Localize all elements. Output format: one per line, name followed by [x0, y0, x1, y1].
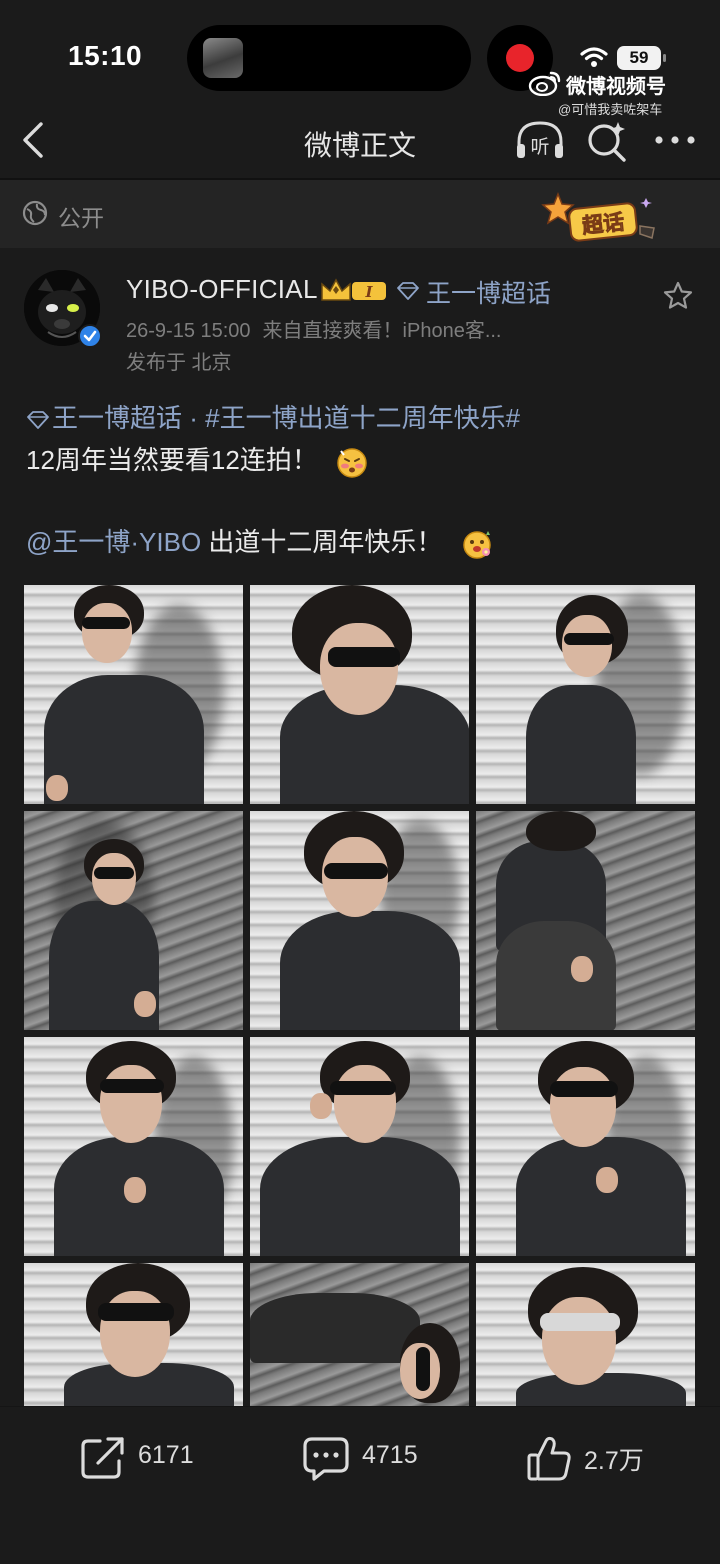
photo-2[interactable]: [250, 585, 469, 804]
weibo-logo-icon: [528, 71, 561, 96]
photo-3[interactable]: [476, 585, 695, 804]
photo-1[interactable]: [24, 585, 243, 804]
author-name[interactable]: YIBO-OFFICIAL: [126, 274, 318, 305]
visibility-label: 公开: [58, 205, 104, 231]
topic-diamond-icon: [27, 411, 49, 430]
photo-7[interactable]: [24, 1037, 243, 1256]
search-sparkle-icon[interactable]: [584, 118, 630, 164]
post-location: 发布于 北京: [126, 352, 232, 374]
action-bar: 6171 4715 2.7万: [0, 1406, 720, 1564]
post-source: 来自直接爽看！iPhone客...: [262, 320, 502, 342]
super-topic-badge-text: 超话: [581, 210, 625, 238]
comment-icon: [303, 1437, 349, 1481]
super-topic-link[interactable]: 王一博超话: [426, 274, 551, 310]
favorite-star-icon[interactable]: [662, 280, 694, 312]
record-icon: [506, 44, 534, 72]
like-count: 2.7万: [584, 1447, 644, 1475]
dynamic-island[interactable]: [187, 25, 471, 91]
like-button[interactable]: 2.7万: [526, 1431, 666, 1487]
photo-6[interactable]: [476, 811, 695, 1030]
status-bar: 15:10 59 微博视频号 @可惜我卖咗架车: [0, 0, 720, 117]
more-dots-icon[interactable]: [652, 120, 698, 160]
mention-text: 出道十二周年快乐！: [208, 527, 443, 557]
member-level: I: [364, 283, 373, 301]
mention-link[interactable]: @王一博·YIBO: [26, 527, 201, 557]
comment-count: 4715: [362, 1441, 418, 1469]
globe-icon: [22, 200, 48, 226]
photo-4[interactable]: [24, 811, 243, 1030]
super-topic-diamond-icon: [397, 282, 419, 300]
wifi-icon: [580, 47, 608, 67]
photo-11[interactable]: [250, 1263, 469, 1406]
post-date: 26-9-15 15:00: [126, 320, 251, 342]
photo-10[interactable]: [24, 1263, 243, 1406]
comment-button[interactable]: 4715: [302, 1431, 442, 1487]
repost-count: 6171: [138, 1441, 194, 1469]
hashtag-link[interactable]: #王一博出道十二周年快乐#: [205, 403, 520, 433]
verified-badge-icon: [78, 324, 102, 348]
photo-12[interactable]: [476, 1263, 695, 1406]
topic-separator: ·: [189, 403, 198, 433]
listen-headphones-icon[interactable]: 听: [514, 118, 566, 164]
post-mention-line: @王一博·YIBO 出道十二周年快乐！: [26, 522, 494, 561]
watermark-handle: @可惜我卖咗架车: [558, 102, 663, 117]
super-topic-badge[interactable]: 超话: [540, 190, 664, 246]
blushing-emoji-icon: [337, 448, 367, 478]
post-text: 12周年当然要看12连拍！: [26, 445, 318, 475]
flower-emoji-icon: [462, 531, 491, 559]
topic-link[interactable]: 王一博超话: [52, 403, 182, 433]
post-topic-line: 王一博超话 · #王一博出道十二周年快乐#: [26, 398, 520, 435]
post-meta: 26-9-15 15:00 来自直接爽看！iPhone客...: [126, 314, 556, 343]
repost-icon: [81, 1437, 124, 1479]
island-thumbnail: [203, 38, 243, 78]
member-crown-badge-icon[interactable]: I: [318, 276, 388, 304]
battery-indicator: 59: [617, 46, 661, 70]
post-text-line: 12周年当然要看12连拍！: [26, 440, 369, 479]
status-time: 15:10: [68, 40, 143, 71]
repost-button[interactable]: 6171: [80, 1431, 220, 1487]
photo-8[interactable]: [250, 1037, 469, 1256]
listen-label: 听: [530, 136, 549, 158]
thumbs-up-icon: [527, 1436, 571, 1481]
watermark-title: 微博视频号: [566, 76, 666, 98]
photo-9[interactable]: [476, 1037, 695, 1256]
photo-5[interactable]: [250, 811, 469, 1030]
back-arrow-icon[interactable]: [14, 118, 54, 162]
battery-tip: [663, 54, 666, 62]
